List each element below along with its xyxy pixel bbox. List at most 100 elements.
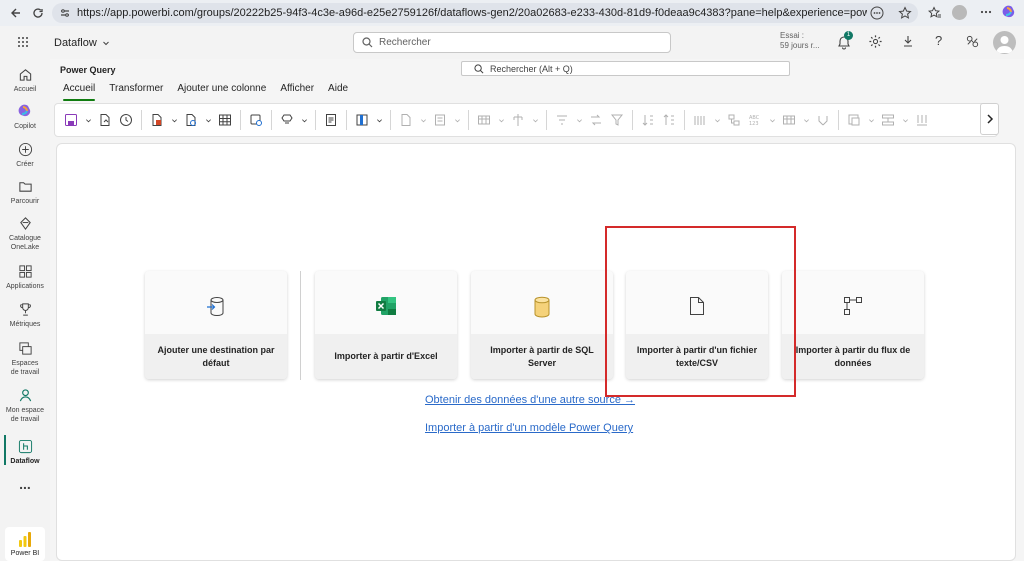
get-data-icon[interactable] bbox=[149, 112, 165, 128]
nav-item-accueil[interactable]: Accueil bbox=[0, 65, 50, 94]
nav-label: Espaces de travail bbox=[10, 360, 40, 376]
address-bar[interactable]: https://app.powerbi.com/groups/20222b25-… bbox=[52, 3, 918, 23]
save-icon[interactable] bbox=[63, 112, 79, 128]
sort-descending-icon[interactable] bbox=[661, 112, 677, 128]
tab-ajouter-colonne[interactable]: Ajouter une colonne bbox=[170, 83, 273, 97]
new-source-icon[interactable] bbox=[97, 112, 113, 128]
merge-queries-icon[interactable] bbox=[726, 112, 742, 128]
manage-columns-icon[interactable] bbox=[354, 112, 370, 128]
split-column-icon[interactable] bbox=[510, 112, 526, 128]
nav-item-mon-espace[interactable]: Mon espace de travail bbox=[0, 386, 50, 424]
card-add-default-destination[interactable]: Ajouter une destination par défaut bbox=[145, 271, 287, 379]
help-icon[interactable]: ? bbox=[935, 33, 942, 48]
dropdown-icon[interactable] bbox=[802, 112, 810, 128]
url-text[interactable]: https://app.powerbi.com/groups/20222b25-… bbox=[77, 7, 867, 19]
dropdown-icon[interactable] bbox=[497, 112, 505, 128]
apps-icon bbox=[16, 262, 34, 280]
replace-values-icon[interactable] bbox=[588, 112, 604, 128]
app-name-dropdown[interactable]: Dataflow bbox=[54, 37, 110, 49]
favorite-star-icon[interactable] bbox=[898, 6, 912, 20]
nav-item-applications[interactable]: Applications bbox=[0, 262, 50, 291]
recent-sources-icon[interactable] bbox=[118, 112, 134, 128]
nav-item-espaces-de-travail[interactable]: Espaces de travail bbox=[0, 339, 50, 377]
tab-transformer[interactable]: Transformer bbox=[102, 83, 170, 97]
dropdown-icon[interactable] bbox=[768, 112, 776, 128]
dropdown-icon[interactable] bbox=[375, 112, 383, 128]
dropdown-icon[interactable] bbox=[901, 112, 909, 128]
table-icon[interactable] bbox=[476, 112, 492, 128]
more-menu-icon[interactable] bbox=[979, 5, 993, 19]
dropdown-icon[interactable] bbox=[453, 112, 461, 128]
global-search-input[interactable]: Rechercher bbox=[353, 32, 671, 53]
advanced-editor-icon[interactable] bbox=[323, 112, 339, 128]
favorites-icon[interactable] bbox=[928, 6, 942, 20]
remove-rows-icon[interactable] bbox=[432, 112, 448, 128]
dropdown-icon[interactable] bbox=[419, 112, 427, 128]
pq-search-placeholder: Rechercher (Alt + Q) bbox=[490, 63, 573, 74]
export-template-icon[interactable] bbox=[914, 112, 930, 128]
tab-accueil[interactable]: Accueil bbox=[56, 83, 102, 101]
nav-item-dataflow[interactable]: Dataflow bbox=[0, 437, 50, 466]
options-icon[interactable] bbox=[248, 112, 264, 128]
ribbon-separator bbox=[390, 110, 391, 130]
dropdown-icon[interactable] bbox=[300, 112, 308, 128]
dropdown-icon[interactable] bbox=[713, 112, 721, 128]
card-label: Importer à partir du flux de données bbox=[782, 334, 924, 379]
ribbon-tabs: Accueil Transformer Ajouter une colonne … bbox=[56, 83, 355, 101]
card-import-excel[interactable]: Importer à partir d'Excel bbox=[315, 271, 457, 379]
dropdown-icon[interactable] bbox=[575, 112, 583, 128]
dropdown-icon[interactable] bbox=[867, 112, 875, 128]
keep-rows-icon[interactable] bbox=[398, 112, 414, 128]
more-dots-icon[interactable] bbox=[870, 6, 884, 20]
link-power-query-template[interactable]: Importer à partir d'un modèle Power Quer… bbox=[425, 422, 633, 434]
filter-icon[interactable] bbox=[609, 112, 625, 128]
nav-item-catalogue-onelake[interactable]: Catalogue OneLake bbox=[0, 214, 50, 252]
dropdown-icon[interactable] bbox=[170, 112, 178, 128]
dropdown-icon[interactable] bbox=[531, 112, 539, 128]
card-import-dataflow[interactable]: Importer à partir du flux de données bbox=[782, 271, 924, 379]
download-icon[interactable] bbox=[901, 34, 915, 48]
trophy-icon bbox=[16, 300, 34, 318]
search-icon bbox=[474, 63, 484, 73]
powerbi-switcher[interactable]: Power BI bbox=[5, 527, 45, 561]
card-import-sql-server[interactable]: Importer à partir de SQL Server bbox=[471, 271, 613, 379]
settings-gear-icon[interactable] bbox=[868, 34, 883, 49]
dropdown-icon[interactable] bbox=[204, 112, 212, 128]
manage-parameters-icon[interactable] bbox=[279, 112, 295, 128]
tab-afficher[interactable]: Afficher bbox=[273, 83, 321, 97]
back-button[interactable] bbox=[5, 2, 27, 24]
copilot-icon bbox=[16, 102, 34, 120]
group-by-icon[interactable] bbox=[554, 112, 570, 128]
nav-item-copilot[interactable]: Copilot bbox=[0, 102, 50, 131]
app-header: Dataflow Rechercher Essai : 59 jours r..… bbox=[0, 26, 1024, 59]
app-launcher-icon[interactable] bbox=[17, 36, 29, 48]
diagram-view-icon[interactable] bbox=[880, 112, 896, 128]
more-nav-button[interactable]: ... bbox=[0, 477, 50, 491]
back-arrow-icon bbox=[11, 8, 20, 18]
nav-item-parcourir[interactable]: Parcourir bbox=[0, 177, 50, 206]
reload-button[interactable] bbox=[27, 2, 49, 24]
tab-aide[interactable]: Aide bbox=[321, 83, 355, 97]
nav-item-metriques[interactable]: Métriques bbox=[0, 300, 50, 329]
nav-item-creer[interactable]: Créer bbox=[0, 140, 50, 169]
pq-search-input[interactable]: Rechercher (Alt + Q) bbox=[461, 61, 790, 76]
destination-icon bbox=[145, 296, 287, 318]
data-type-icon[interactable]: ABC 123 bbox=[747, 112, 763, 128]
refresh-source-icon[interactable] bbox=[183, 112, 199, 128]
dataflow-flow-icon bbox=[782, 296, 924, 316]
profile-icon[interactable] bbox=[952, 5, 967, 20]
trial-status[interactable]: Essai : 59 jours r... bbox=[780, 31, 820, 51]
enter-data-icon[interactable] bbox=[217, 112, 233, 128]
map-to-entity-icon[interactable] bbox=[846, 112, 862, 128]
dropdown-icon[interactable] bbox=[84, 112, 92, 128]
share-icon[interactable] bbox=[965, 34, 980, 49]
copilot-browser-icon[interactable] bbox=[1001, 4, 1017, 20]
avatar[interactable] bbox=[993, 31, 1016, 54]
append-queries-icon[interactable] bbox=[781, 112, 797, 128]
link-other-source[interactable]: Obtenir des données d'une autre source → bbox=[425, 394, 635, 406]
ribbon-separator bbox=[684, 110, 685, 130]
combine-files-icon[interactable] bbox=[815, 112, 831, 128]
transform-icon[interactable] bbox=[692, 112, 708, 128]
sort-ascending-icon[interactable] bbox=[640, 112, 656, 128]
ribbon-scroll-right-button[interactable] bbox=[980, 103, 999, 135]
